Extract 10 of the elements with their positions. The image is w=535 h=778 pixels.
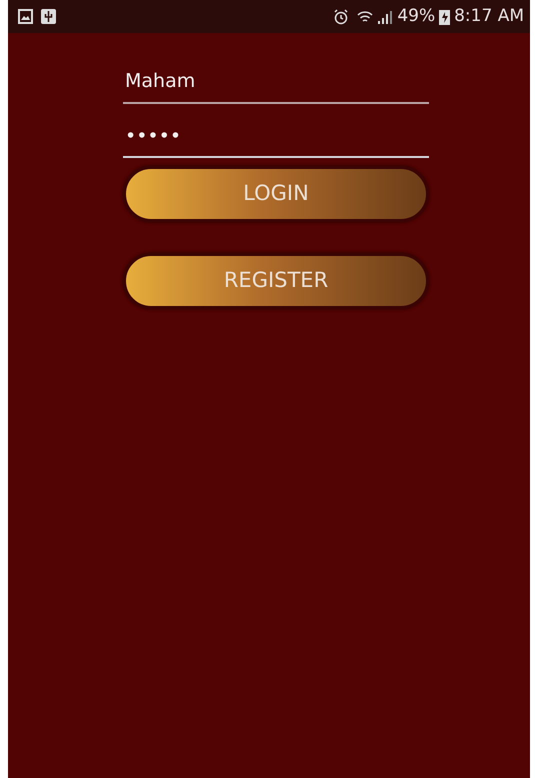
picture-icon: [18, 9, 33, 24]
username-field[interactable]: Maham: [123, 63, 429, 104]
password-field[interactable]: •••••: [123, 118, 429, 158]
usb-icon: [41, 9, 56, 24]
alarm-icon: [333, 8, 350, 24]
wifi-icon: [357, 8, 374, 24]
clock-time: 8:17 AM: [454, 4, 524, 28]
battery-level: 49%: [397, 4, 436, 28]
signal-icon: [377, 8, 394, 24]
battery-icon: [439, 8, 450, 24]
